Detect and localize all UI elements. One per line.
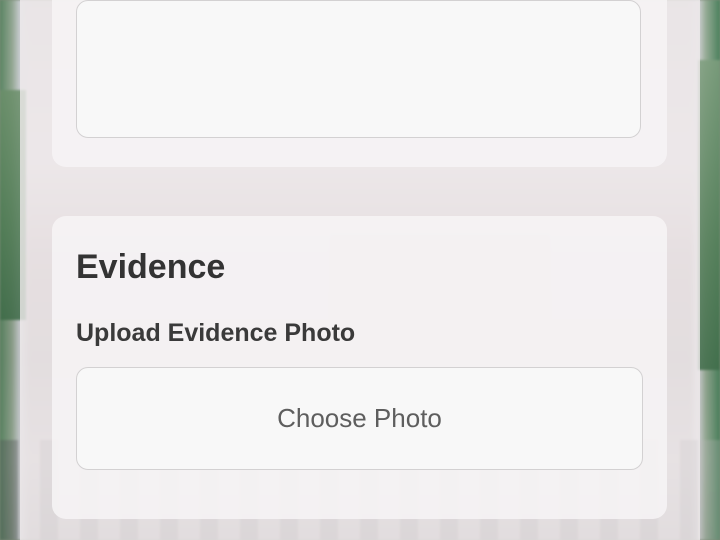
description-card	[52, 0, 667, 167]
background-roof-right	[698, 60, 720, 370]
evidence-card: Evidence Upload Evidence Photo Choose Ph…	[52, 216, 667, 519]
choose-photo-button-label: Choose Photo	[277, 403, 442, 433]
choose-photo-button[interactable]: Choose Photo	[76, 367, 643, 470]
app-screen: Evidence Upload Evidence Photo Choose Ph…	[0, 0, 720, 540]
evidence-section-title: Evidence	[76, 248, 226, 286]
description-textarea[interactable]	[76, 0, 641, 138]
upload-evidence-label: Upload Evidence Photo	[76, 319, 356, 347]
